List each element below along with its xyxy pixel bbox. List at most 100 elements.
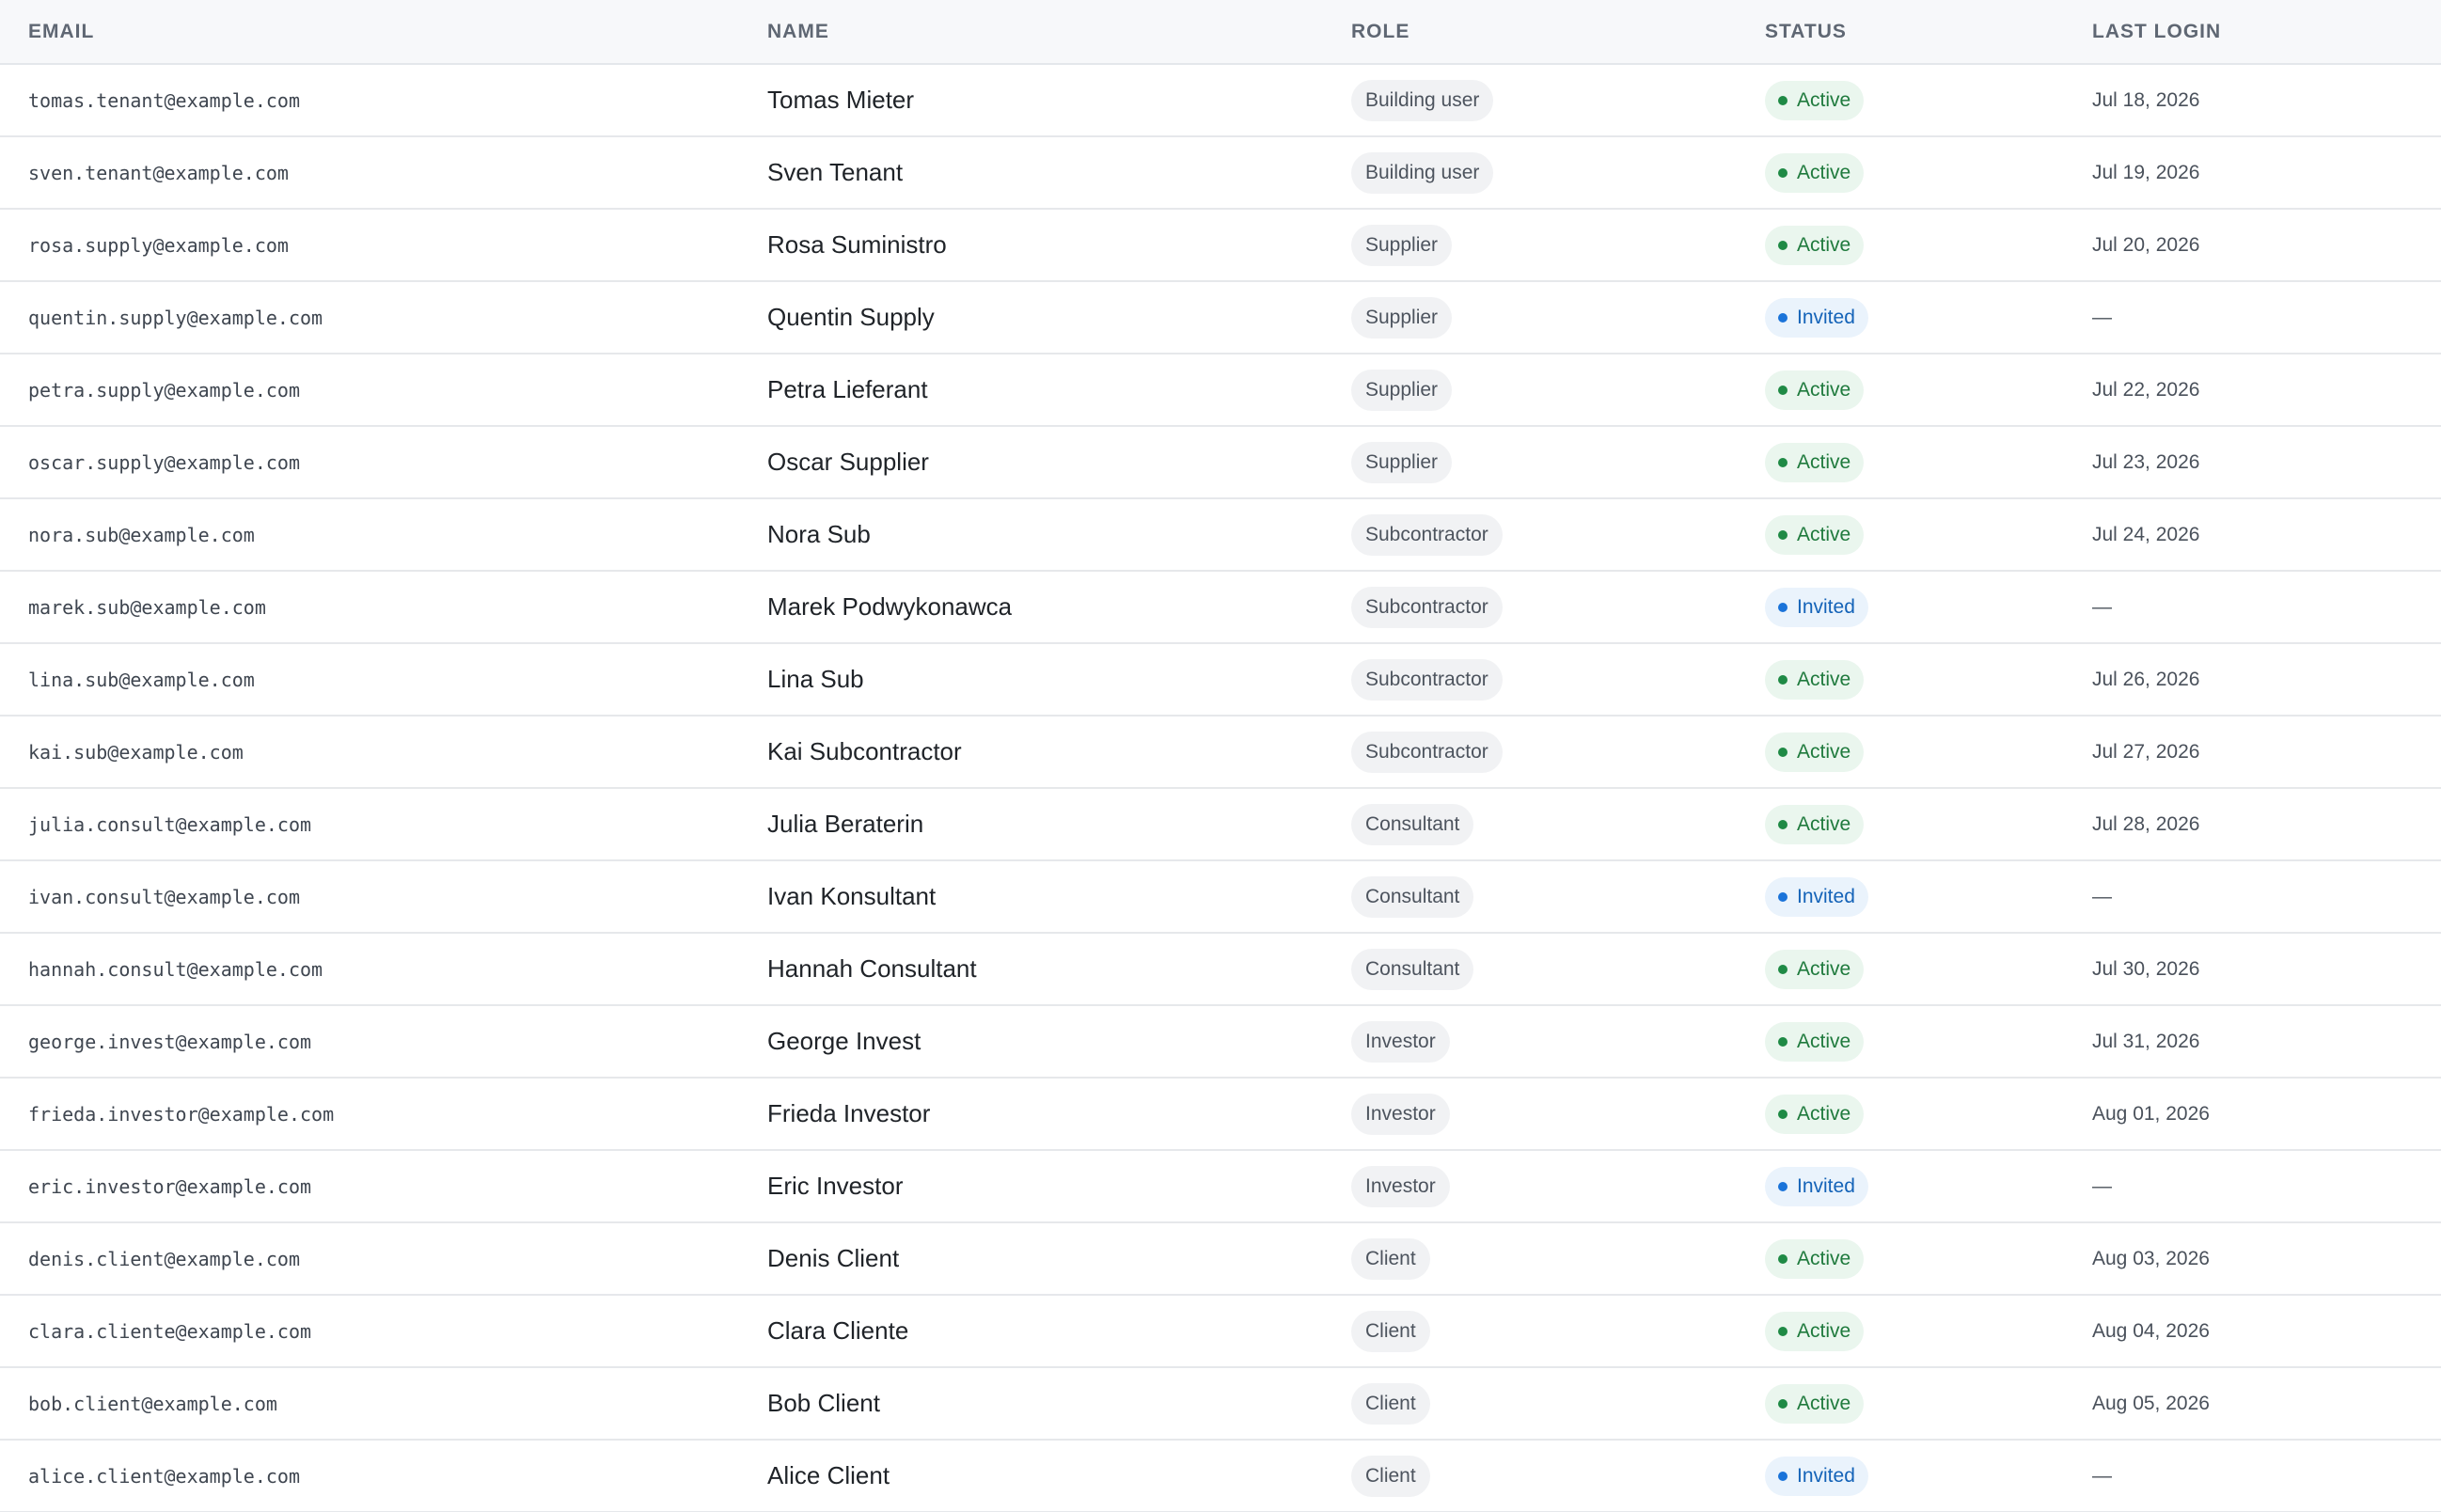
user-email: sven.tenant@example.com <box>28 161 289 184</box>
table-row[interactable]: frieda.investor@example.com Frieda Invest… <box>0 1078 2441 1151</box>
status-cell: Active <box>1737 1367 2064 1441</box>
role-cell: Building user <box>1323 136 1737 210</box>
last-login-value: Aug 03, 2026 <box>2092 1247 2210 1269</box>
table-row[interactable]: marek.sub@example.com Marek Podwykonawca S… <box>0 571 2441 644</box>
status-badge: Active <box>1765 732 1865 772</box>
status-cell: Active <box>1737 933 2064 1006</box>
table-row[interactable]: tomas.tenant@example.com Tomas Mieter Buil… <box>0 64 2441 137</box>
role-cell: Supplier <box>1323 354 1737 427</box>
status-label: Active <box>1797 1247 1851 1269</box>
column-header-status[interactable]: STATUS <box>1737 0 2064 65</box>
table-row[interactable]: sven.tenant@example.com Sven Tenant Buildi… <box>0 136 2441 210</box>
status-dot-icon <box>1778 1398 1787 1409</box>
email-cell: oscar.supply@example.com <box>0 426 739 499</box>
status-label: Invited <box>1797 306 1855 328</box>
status-dot-icon <box>1778 95 1787 105</box>
status-label: Active <box>1797 668 1851 690</box>
user-name: George Invest <box>767 1027 921 1055</box>
status-dot-icon <box>1778 602 1787 612</box>
last-login-value: Jul 27, 2026 <box>2092 740 2200 763</box>
role-badge: Building user <box>1351 79 1494 121</box>
status-label: Active <box>1797 740 1851 763</box>
last-login-value: — <box>2092 1464 2112 1487</box>
role-badge: Supplier <box>1351 296 1453 339</box>
user-email: quentin.supply@example.com <box>28 306 323 329</box>
user-name: Petra Lieferant <box>767 375 928 403</box>
user-name: Denis Client <box>767 1244 900 1272</box>
column-header-name[interactable]: NAME <box>739 0 1323 65</box>
status-cell: Active <box>1737 788 2064 861</box>
role-badge: Client <box>1351 1455 1430 1497</box>
status-cell: Active <box>1737 354 2064 427</box>
table-row[interactable]: nora.sub@example.com Nora Sub Subcontracto… <box>0 498 2441 572</box>
user-email: clara.cliente@example.com <box>28 1319 312 1343</box>
last-login-value: Jul 23, 2026 <box>2092 450 2200 473</box>
column-header-last-login[interactable]: LAST LOGIN <box>2064 0 2441 65</box>
email-cell: frieda.investor@example.com <box>0 1078 739 1151</box>
email-cell: lina.sub@example.com <box>0 643 739 717</box>
user-email: marek.sub@example.com <box>28 595 266 619</box>
table-row[interactable]: kai.sub@example.com Kai Subcontractor Subc… <box>0 716 2441 789</box>
last-login-value: — <box>2092 595 2112 618</box>
last-login-cell: — <box>2064 1440 2441 1512</box>
table-row[interactable]: bob.client@example.com Bob Client Client Ac… <box>0 1367 2441 1441</box>
table-row[interactable]: clara.cliente@example.com Clara Cliente Cl… <box>0 1295 2441 1368</box>
last-login-cell: Aug 03, 2026 <box>2064 1222 2441 1296</box>
table-row[interactable]: hannah.consult@example.com Hannah Consult… <box>0 933 2441 1006</box>
table-row[interactable]: lina.sub@example.com Lina Sub Subcontracto… <box>0 643 2441 717</box>
role-cell: Subcontractor <box>1323 498 1737 572</box>
role-badge: Client <box>1351 1237 1430 1280</box>
table-row[interactable]: rosa.supply@example.com Rosa Suministro Su… <box>0 209 2441 282</box>
status-label: Active <box>1797 450 1851 473</box>
user-name: Ivan Konsultant <box>767 882 937 910</box>
status-badge: Active <box>1765 225 1865 265</box>
name-cell: Frieda Investor <box>739 1078 1323 1151</box>
role-badge: Investor <box>1351 1093 1450 1135</box>
status-badge: Active <box>1765 370 1865 410</box>
table-row[interactable]: eric.investor@example.com Eric Investor In… <box>0 1150 2441 1223</box>
table-row[interactable]: denis.client@example.com Denis Client Clie… <box>0 1222 2441 1296</box>
user-name: Marek Podwykonawca <box>767 592 1013 621</box>
role-badge: Consultant <box>1351 803 1474 845</box>
role-badge: Building user <box>1351 151 1494 194</box>
last-login-value: Jul 28, 2026 <box>2092 812 2200 835</box>
name-cell: Marek Podwykonawca <box>739 571 1323 644</box>
table-row[interactable]: petra.supply@example.com Petra Lieferant S… <box>0 354 2441 427</box>
table-row[interactable]: george.invest@example.com George Invest In… <box>0 1005 2441 1079</box>
role-cell: Subcontractor <box>1323 716 1737 789</box>
name-cell: Eric Investor <box>739 1150 1323 1223</box>
last-login-cell: Jul 20, 2026 <box>2064 209 2441 282</box>
status-dot-icon <box>1778 964 1787 974</box>
last-login-cell: Aug 05, 2026 <box>2064 1367 2441 1441</box>
email-cell: sven.tenant@example.com <box>0 136 739 210</box>
status-dot-icon <box>1778 891 1787 902</box>
table-row[interactable]: quentin.supply@example.com Quentin Supply… <box>0 281 2441 354</box>
user-name: Tomas Mieter <box>767 86 915 114</box>
column-header-email[interactable]: EMAIL <box>0 0 739 65</box>
table-row[interactable]: alice.client@example.com Alice Client Clie… <box>0 1440 2441 1512</box>
status-badge: Invited <box>1765 1456 1868 1496</box>
last-login-value: Jul 26, 2026 <box>2092 668 2200 690</box>
status-cell: Invited <box>1737 860 2064 934</box>
table-body: tomas.tenant@example.com Tomas Mieter Buil… <box>0 64 2441 1512</box>
user-name: Alice Client <box>767 1461 890 1489</box>
status-dot-icon <box>1778 674 1787 685</box>
status-cell: Active <box>1737 643 2064 717</box>
status-dot-icon <box>1778 1326 1787 1336</box>
last-login-value: Aug 04, 2026 <box>2092 1319 2210 1342</box>
column-header-role[interactable]: ROLE <box>1323 0 1737 65</box>
role-badge: Supplier <box>1351 224 1453 266</box>
table-row[interactable]: ivan.consult@example.com Ivan Konsultant C… <box>0 860 2441 934</box>
role-badge: Supplier <box>1351 369 1453 411</box>
user-email: frieda.investor@example.com <box>28 1102 335 1126</box>
status-cell: Invited <box>1737 281 2064 354</box>
user-email: eric.investor@example.com <box>28 1174 312 1198</box>
user-name: Clara Cliente <box>767 1316 909 1345</box>
table-row[interactable]: julia.consult@example.com Julia Beraterin… <box>0 788 2441 861</box>
table-row[interactable]: oscar.supply@example.com Oscar Supplier Su… <box>0 426 2441 499</box>
email-cell: petra.supply@example.com <box>0 354 739 427</box>
name-cell: Ivan Konsultant <box>739 860 1323 934</box>
email-cell: nora.sub@example.com <box>0 498 739 572</box>
users-table: EMAIL NAME ROLE STATUS LAST LOGIN tomas.… <box>0 0 2441 1512</box>
table-header: EMAIL NAME ROLE STATUS LAST LOGIN <box>0 0 2441 65</box>
